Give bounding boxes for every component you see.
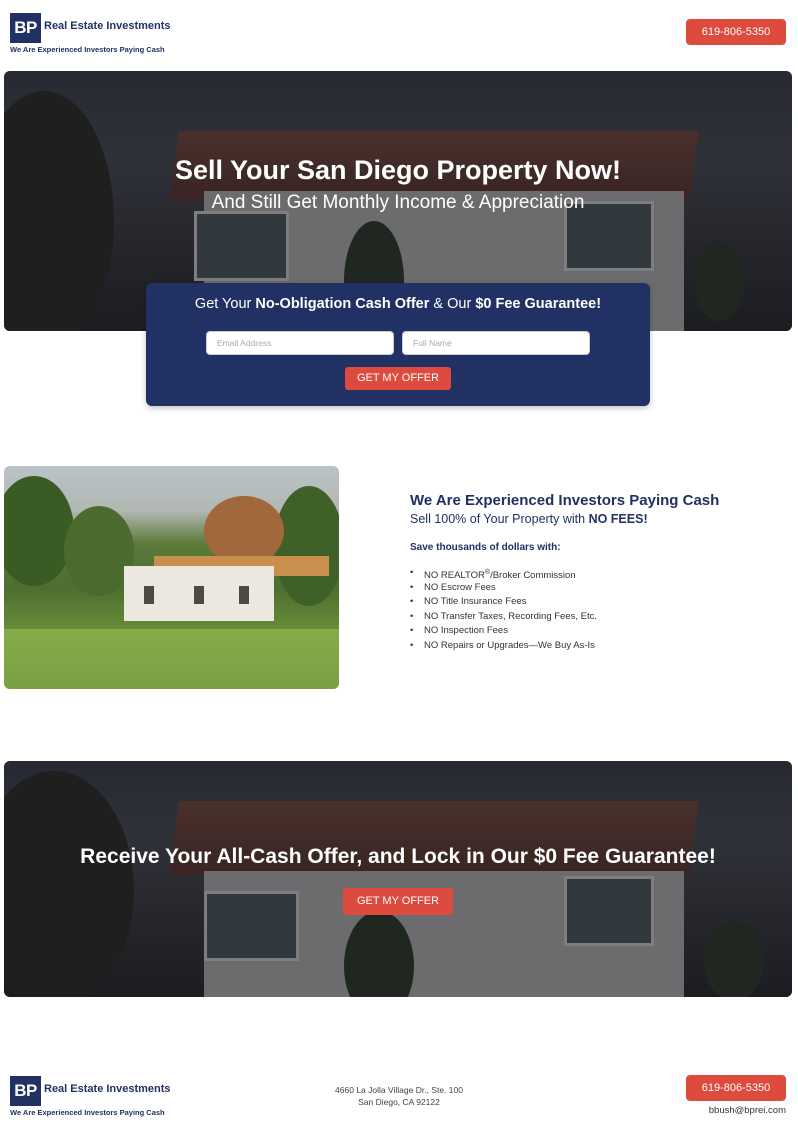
footer-logo[interactable]: BP Real Estate Investments We Are Experi… bbox=[10, 1076, 171, 1118]
address-line-1: 4660 La Jolla Village Dr., Ste. 100 bbox=[335, 1085, 463, 1095]
logo-mark: BP bbox=[10, 1076, 41, 1106]
savings-heading: Save thousands of dollars with: bbox=[410, 542, 561, 553]
benefits-subtitle-text: Sell 100% of Your Property with bbox=[410, 512, 589, 526]
banner-title: Receive Your All-Cash Offer, and Lock in… bbox=[80, 845, 716, 868]
site-footer: BP Real Estate Investments We Are Experi… bbox=[0, 1066, 798, 1140]
benefits-subtitle-bold: NO FEES! bbox=[588, 512, 648, 526]
form-heading-guarantee: $0 Fee Guarantee! bbox=[475, 296, 602, 312]
hero-title: Sell Your San Diego Property Now! bbox=[174, 155, 622, 185]
full-name-field[interactable] bbox=[402, 331, 590, 355]
form-heading-pre: Get Your bbox=[194, 296, 256, 312]
list-item: NO REALTOR®/Broker Commission bbox=[410, 566, 597, 581]
logo-name: Real Estate Investments bbox=[44, 20, 171, 32]
footer-phone-button[interactable]: 619-806-5350 bbox=[686, 1075, 786, 1101]
logo-tagline: We Are Experienced Investors Paying Cash bbox=[10, 45, 165, 54]
header-phone-button[interactable]: 619-806-5350 bbox=[686, 19, 786, 45]
banner-get-my-offer-button[interactable]: GET MY OFFER bbox=[343, 888, 453, 915]
logo-name: Real Estate Investments bbox=[44, 1083, 171, 1095]
logo[interactable]: BP Real Estate Investments We Are Experi… bbox=[10, 13, 171, 55]
property-photo bbox=[4, 466, 339, 689]
list-item-text: NO REALTOR bbox=[424, 570, 485, 582]
form-heading: Get Your No-Obligation Cash Offer & Our … bbox=[146, 296, 650, 312]
benefits-title: We Are Experienced Investors Paying Cash bbox=[410, 492, 720, 509]
list-item: NO Transfer Taxes, Recording Fees, Etc. bbox=[410, 610, 597, 625]
site-header: BP Real Estate Investments We Are Experi… bbox=[0, 0, 798, 66]
lead-form: Get Your No-Obligation Cash Offer & Our … bbox=[146, 283, 650, 406]
address-line-2: San Diego, CA 92122 bbox=[358, 1097, 440, 1107]
email-field[interactable] bbox=[206, 331, 394, 355]
list-item: NO Repairs or Upgrades—We Buy As-Is bbox=[410, 639, 597, 654]
cta-banner: Receive Your All-Cash Offer, and Lock in… bbox=[4, 761, 792, 997]
get-my-offer-button[interactable]: GET MY OFFER bbox=[345, 367, 451, 390]
banner-overlay bbox=[4, 761, 792, 997]
benefits-subtitle: Sell 100% of Your Property with NO FEES! bbox=[410, 512, 648, 526]
fee-list: NO REALTOR®/Broker Commission NO Escrow … bbox=[410, 566, 597, 653]
list-item: NO Escrow Fees bbox=[410, 581, 597, 596]
list-item-text: /Broker Commission bbox=[490, 570, 576, 582]
footer-address: 4660 La Jolla Village Dr., Ste. 100 San … bbox=[300, 1084, 498, 1108]
list-item: NO Title Insurance Fees bbox=[410, 595, 597, 610]
form-heading-mid: & Our bbox=[429, 296, 476, 312]
logo-mark: BP bbox=[10, 13, 41, 43]
hero-subtitle: And Still Get Monthly Income & Appreciat… bbox=[211, 192, 585, 213]
logo-tagline: We Are Experienced Investors Paying Cash bbox=[10, 1108, 165, 1117]
list-item: NO Inspection Fees bbox=[410, 624, 597, 639]
footer-email-link[interactable]: bbush@bprei.com bbox=[709, 1105, 786, 1116]
form-heading-offer: No-Obligation Cash Offer bbox=[255, 296, 430, 312]
